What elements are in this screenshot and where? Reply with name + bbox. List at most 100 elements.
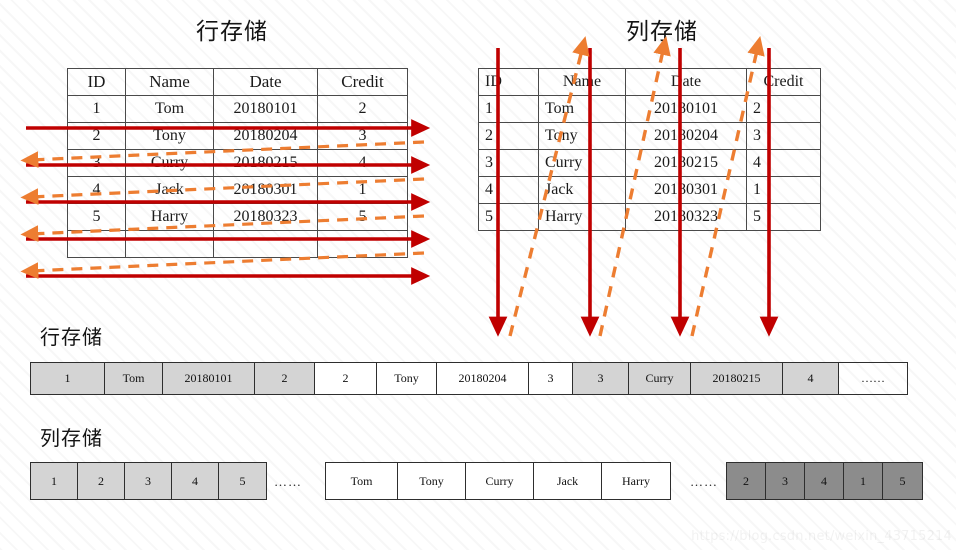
table-header-row: ID Name Date Credit — [478, 68, 821, 96]
ellipsis-ids: …… — [274, 474, 302, 489]
table-cell: Tony — [538, 122, 626, 150]
row-strip-cell: 3 — [529, 363, 573, 394]
col-strip-id-cell: 4 — [172, 463, 219, 499]
table-cell: 2 — [67, 122, 126, 150]
col-strip-name-cell: Jack — [534, 463, 602, 499]
table-row: 3 Curry 20180215 4 — [67, 149, 408, 177]
table-cell-empty — [213, 230, 318, 258]
table-header-cell: ID — [478, 68, 539, 96]
table-cell: Tom — [125, 95, 214, 123]
row-strip-cell: 20180101 — [163, 363, 255, 394]
table-cell: 4 — [317, 149, 408, 177]
table-cell: Harry — [538, 203, 626, 231]
table-cell: 20180101 — [625, 95, 747, 123]
col-strip-id-cell: 3 — [125, 463, 172, 499]
table-cell: Jack — [538, 176, 626, 204]
table-cell: 1 — [67, 95, 126, 123]
table-row: 3 Curry 20180215 4 — [478, 149, 821, 177]
table-cell: Harry — [125, 203, 214, 231]
col-strip-credit-cell: 3 — [766, 463, 805, 499]
table-row: 4 Jack 20180301 1 — [67, 176, 408, 204]
table-cell: 1 — [746, 176, 770, 204]
col-strip-name-cell: Tony — [398, 463, 466, 499]
table-cell: Tony — [125, 122, 214, 150]
table-row: 5 Harry 20180323 5 — [67, 203, 408, 231]
table-row: 2 Tony 20180204 3 — [67, 122, 408, 150]
table-cell: 2 — [746, 95, 770, 123]
table-cell-empty — [317, 230, 408, 258]
row-strip-cell: 20180204 — [437, 363, 529, 394]
col-strip-name-cell: Harry — [602, 463, 670, 499]
col-strip-name-cell: Curry — [466, 463, 534, 499]
table-cell: 5 — [478, 203, 539, 231]
row-strip-cell: …… — [861, 371, 885, 385]
table-cell: 3 — [478, 149, 539, 177]
table-cell: 5 — [317, 203, 408, 231]
row-storage-table: ID Name Date Credit 1 Tom 20180101 2 2 T… — [67, 68, 408, 258]
col-strip-id-cell: 2 — [78, 463, 125, 499]
table-row: 1 Tom 20180101 2 — [67, 95, 408, 123]
table-cell: 3 — [746, 122, 770, 150]
table-cell: 5 — [67, 203, 126, 231]
table-header-row: ID Name Date Credit — [67, 68, 408, 96]
row-storage-strip: 1 Tom 20180101 2 2 Tony 20180204 3 3 Curry 2018021… — [30, 362, 908, 395]
table-cell-empty — [769, 176, 821, 204]
row-strip-cell: Curry — [629, 363, 691, 394]
table-header-cell: ID — [67, 68, 126, 96]
table-row-filler — [67, 230, 408, 258]
col-strip-title: 列存储 — [40, 426, 103, 450]
table-cell-empty — [769, 203, 821, 231]
column-storage-table: ID Name Date Credit 1 Tom 20180101 2 2 T… — [478, 68, 821, 231]
table-header-cell: Date — [625, 68, 747, 96]
col-table-title: 列存储 — [626, 19, 698, 45]
table-cell: Curry — [538, 149, 626, 177]
table-header-cell: Credit — [746, 68, 821, 96]
watermark-text: https://blog.csdn.net/weixin_43715214 — [691, 529, 952, 544]
table-row: 5 Harry 20180323 5 — [478, 203, 821, 231]
row-strip-cell: 2 — [255, 363, 315, 394]
table-cell: 2 — [317, 95, 408, 123]
row-strip-title: 行存储 — [40, 325, 103, 349]
table-cell: Jack — [125, 176, 214, 204]
table-cell: Curry — [125, 149, 214, 177]
table-cell: 20180301 — [625, 176, 747, 204]
col-strip-id-cell: 1 — [31, 463, 78, 499]
table-cell-empty — [769, 149, 821, 177]
row-strip-cell: 1 — [31, 363, 105, 394]
table-cell: 20180215 — [625, 149, 747, 177]
col-strip-name-cell: Tom — [326, 463, 398, 499]
table-cell-empty — [769, 95, 821, 123]
table-cell: Tom — [538, 95, 626, 123]
column-storage-strip-credits: 23415 — [726, 462, 923, 500]
table-row: 2 Tony 20180204 3 — [478, 122, 821, 150]
row-strip-cell: Tom — [105, 363, 163, 394]
table-cell: 4 — [478, 176, 539, 204]
ellipsis-names: …… — [690, 474, 718, 489]
table-cell: 4 — [67, 176, 126, 204]
table-cell: 1 — [317, 176, 408, 204]
table-cell-empty — [125, 230, 214, 258]
table-row: 1 Tom 20180101 2 — [478, 95, 821, 123]
table-cell: 20180204 — [625, 122, 747, 150]
table-cell: 1 — [478, 95, 539, 123]
col-strip-credit-cell: 1 — [844, 463, 883, 499]
table-cell-empty — [67, 230, 126, 258]
table-header-cell: Credit — [317, 68, 408, 96]
table-cell: 5 — [746, 203, 770, 231]
col-strip-credit-cell: 4 — [805, 463, 844, 499]
row-strip-cell: 2 — [315, 363, 377, 394]
row-strip-cell: 3 — [573, 363, 629, 394]
column-storage-strip-names: Tom Tony Curry Jack Harry — [325, 462, 671, 500]
table-cell: 20180215 — [213, 149, 318, 177]
col-strip-id-cell: 5 — [219, 463, 266, 499]
row-table-title: 行存储 — [196, 19, 268, 45]
table-cell: 20180323 — [213, 203, 318, 231]
table-header-cell: Date — [213, 68, 318, 96]
col-strip-credit-cell: 2 — [727, 463, 766, 499]
table-cell: 20180101 — [213, 95, 318, 123]
table-cell: 20180301 — [213, 176, 318, 204]
table-cell-empty — [769, 122, 821, 150]
row-strip-cell: Tony — [377, 363, 437, 394]
table-row: 4 Jack 20180301 1 — [478, 176, 821, 204]
col-strip-credit-cell: 5 — [883, 463, 922, 499]
